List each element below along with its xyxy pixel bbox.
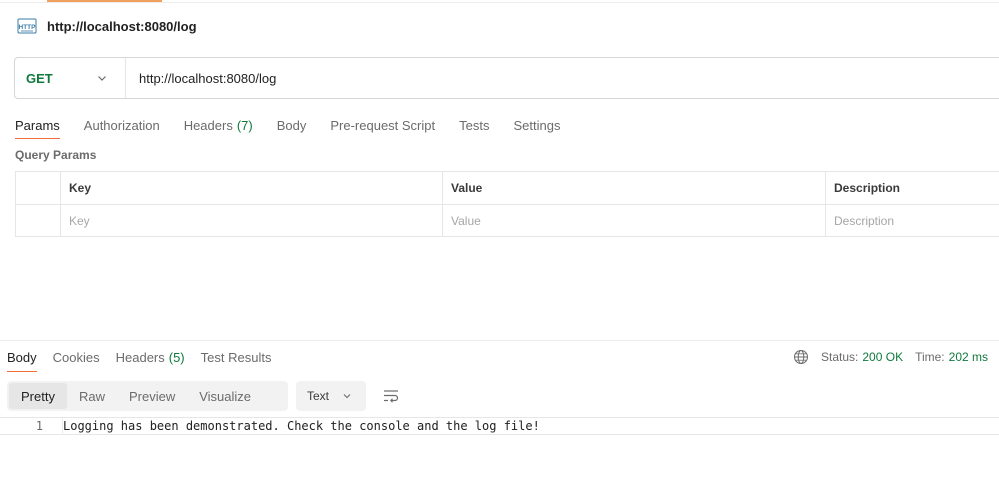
time-value[interactable]: 202 ms [949, 350, 988, 364]
time-label: Time: [915, 350, 945, 364]
view-pretty-button[interactable]: Pretty [9, 383, 67, 409]
request-title[interactable]: http://localhost:8080/log [47, 19, 197, 34]
key-placeholder: Key [69, 213, 90, 228]
value-placeholder: Value [451, 213, 481, 228]
tab-headers[interactable]: Headers (7) [184, 113, 253, 137]
tab-authorization[interactable]: Authorization [84, 113, 160, 137]
tab-count: (7) [236, 117, 253, 133]
tab-label: Test Results [200, 349, 272, 365]
column-header-description: Description [834, 181, 901, 195]
key-input[interactable]: Key [61, 205, 443, 236]
tab-body[interactable]: Body [277, 113, 307, 137]
tab-label: Settings [513, 117, 561, 133]
request-tabs: Params Authorization Headers (7) Body Pr… [15, 113, 584, 139]
line-number: 1 [35, 419, 43, 433]
response-tab-cookies[interactable]: Cookies [53, 346, 100, 368]
status-label: Status: [821, 350, 859, 364]
response-tabs: Body Cookies Headers (5) Test Results [7, 346, 287, 372]
tab-label: Body [7, 349, 37, 365]
description-input[interactable]: Description [826, 205, 999, 236]
view-preview-button[interactable]: Preview [117, 383, 187, 409]
request-title-row: HTTP http://localhost:8080/log [16, 14, 197, 38]
view-mode-toggle: Pretty Raw Preview Visualize [7, 381, 288, 411]
tab-strip-divider [0, 2, 999, 3]
url-bar: GET [14, 57, 999, 99]
value-input[interactable]: Value [443, 205, 826, 236]
table-row: Key Value Description [16, 204, 999, 236]
format-select[interactable]: Text [296, 381, 366, 411]
tab-label: Authorization [83, 117, 160, 133]
response-meta: Status: 200 OK Time: 202 ms [793, 347, 988, 367]
table-header-row: Key Value Description [16, 172, 999, 204]
tab-tests[interactable]: Tests [459, 113, 489, 137]
tab-label: Pre-request Script [330, 117, 436, 133]
response-toolbar: Pretty Raw Preview Visualize Text [7, 381, 400, 411]
tab-count: (5) [168, 349, 185, 365]
http-icon: HTTP [16, 15, 38, 37]
method-select[interactable]: GET [15, 58, 126, 98]
response-body-line[interactable]: Logging has been demonstrated. Check the… [63, 419, 540, 433]
globe-icon[interactable] [793, 349, 809, 365]
description-placeholder: Description [834, 213, 895, 228]
url-input[interactable] [126, 58, 986, 98]
format-label: Text [307, 389, 330, 403]
tab-params[interactable]: Params [15, 113, 60, 139]
response-body-editor[interactable]: 1 Logging has been demonstrated. Check t… [0, 417, 999, 435]
tab-label: Params [15, 117, 60, 133]
view-raw-button[interactable]: Raw [67, 383, 117, 409]
wrap-lines-icon[interactable] [382, 388, 400, 404]
query-params-table: Key Value Description Key Value Descript… [15, 171, 999, 237]
svg-text:HTTP: HTTP [19, 24, 37, 31]
status-value[interactable]: 200 OK [862, 350, 903, 364]
view-visualize-button[interactable]: Visualize [187, 383, 263, 409]
checkbox-column-header [16, 172, 61, 204]
tab-label: Cookies [52, 349, 100, 365]
response-tab-headers[interactable]: Headers (5) [116, 346, 185, 368]
response-tab-body[interactable]: Body [7, 346, 37, 372]
query-params-label: Query Params [15, 148, 97, 162]
row-checkbox-cell [16, 205, 61, 236]
column-header-value: Value [443, 172, 826, 204]
column-header-key: Key [61, 172, 443, 204]
tab-settings[interactable]: Settings [513, 113, 560, 137]
method-label: GET [26, 70, 53, 86]
tab-label: Headers [183, 117, 233, 133]
tab-label: Tests [459, 117, 490, 133]
response-pane-divider[interactable] [0, 340, 999, 341]
chevron-down-icon [98, 76, 106, 81]
tab-label: Body [276, 117, 307, 133]
chevron-down-icon [343, 394, 351, 399]
tab-label: Headers [115, 349, 165, 365]
response-tab-test-results[interactable]: Test Results [201, 346, 272, 368]
tab-pre-request-script[interactable]: Pre-request Script [330, 113, 435, 137]
